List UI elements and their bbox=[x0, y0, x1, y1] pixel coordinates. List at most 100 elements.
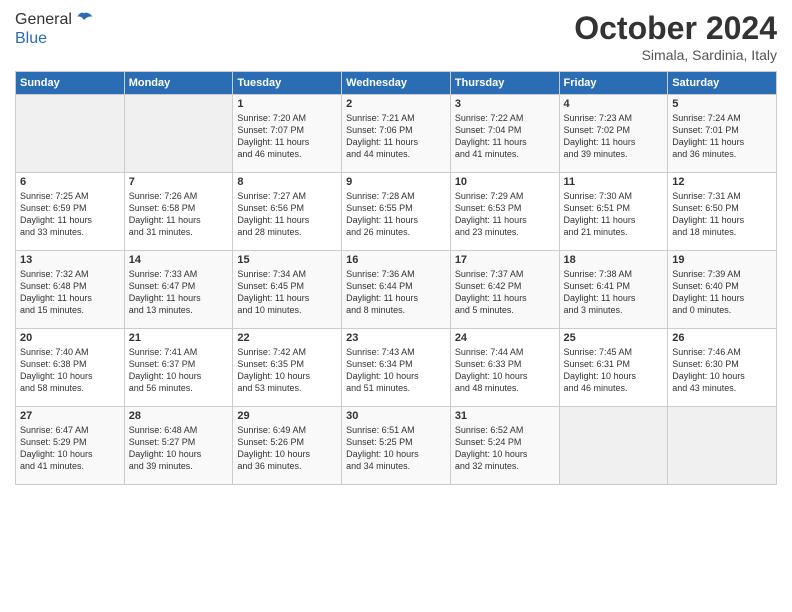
day-info: Sunrise: 7:41 AMSunset: 6:37 PMDaylight:… bbox=[129, 346, 229, 395]
day-detail: Sunrise: 7:39 AM bbox=[672, 268, 772, 280]
day-detail: Daylight: 11 hours bbox=[564, 136, 664, 148]
day-info: Sunrise: 7:27 AMSunset: 6:56 PMDaylight:… bbox=[237, 190, 337, 239]
day-detail: and 56 minutes. bbox=[129, 382, 229, 394]
day-number: 24 bbox=[455, 332, 555, 344]
day-number: 4 bbox=[564, 98, 664, 110]
logo-blue: Blue bbox=[15, 30, 94, 48]
day-detail: Daylight: 11 hours bbox=[129, 292, 229, 304]
day-detail: Daylight: 11 hours bbox=[346, 214, 446, 226]
calendar-cell: 6Sunrise: 7:25 AMSunset: 6:59 PMDaylight… bbox=[16, 173, 125, 251]
day-number: 25 bbox=[564, 332, 664, 344]
day-detail: and 46 minutes. bbox=[237, 148, 337, 160]
day-info: Sunrise: 7:40 AMSunset: 6:38 PMDaylight:… bbox=[20, 346, 120, 395]
day-number: 28 bbox=[129, 410, 229, 422]
day-detail: Sunset: 6:50 PM bbox=[672, 202, 772, 214]
day-detail: Daylight: 11 hours bbox=[455, 214, 555, 226]
calendar-week-row: 13Sunrise: 7:32 AMSunset: 6:48 PMDayligh… bbox=[16, 251, 777, 329]
calendar-cell: 24Sunrise: 7:44 AMSunset: 6:33 PMDayligh… bbox=[450, 329, 559, 407]
day-detail: and 10 minutes. bbox=[237, 304, 337, 316]
logo-general: General bbox=[15, 11, 72, 29]
day-detail: Sunset: 7:01 PM bbox=[672, 124, 772, 136]
calendar-week-row: 1Sunrise: 7:20 AMSunset: 7:07 PMDaylight… bbox=[16, 95, 777, 173]
day-detail: Sunrise: 6:47 AM bbox=[20, 424, 120, 436]
day-detail: Sunset: 6:37 PM bbox=[129, 358, 229, 370]
day-detail: Sunrise: 7:21 AM bbox=[346, 112, 446, 124]
day-detail: Sunrise: 7:31 AM bbox=[672, 190, 772, 202]
day-detail: Daylight: 11 hours bbox=[455, 292, 555, 304]
day-detail: Sunset: 6:48 PM bbox=[20, 280, 120, 292]
title-block: October 2024 Simala, Sardinia, Italy bbox=[574, 10, 777, 63]
day-detail: Daylight: 10 hours bbox=[129, 448, 229, 460]
calendar-cell: 26Sunrise: 7:46 AMSunset: 6:30 PMDayligh… bbox=[668, 329, 777, 407]
day-detail: Daylight: 11 hours bbox=[346, 292, 446, 304]
day-info: Sunrise: 7:25 AMSunset: 6:59 PMDaylight:… bbox=[20, 190, 120, 239]
calendar-cell: 16Sunrise: 7:36 AMSunset: 6:44 PMDayligh… bbox=[342, 251, 451, 329]
day-detail: Sunrise: 7:33 AM bbox=[129, 268, 229, 280]
day-number: 15 bbox=[237, 254, 337, 266]
day-detail: Sunset: 7:04 PM bbox=[455, 124, 555, 136]
day-detail: Sunset: 5:25 PM bbox=[346, 436, 446, 448]
day-detail: Sunrise: 6:49 AM bbox=[237, 424, 337, 436]
day-detail: Daylight: 10 hours bbox=[20, 448, 120, 460]
day-detail: and 5 minutes. bbox=[455, 304, 555, 316]
day-detail: and 48 minutes. bbox=[455, 382, 555, 394]
day-detail: Sunrise: 7:41 AM bbox=[129, 346, 229, 358]
day-number: 23 bbox=[346, 332, 446, 344]
day-number: 1 bbox=[237, 98, 337, 110]
calendar-cell: 25Sunrise: 7:45 AMSunset: 6:31 PMDayligh… bbox=[559, 329, 668, 407]
day-detail: Sunrise: 7:43 AM bbox=[346, 346, 446, 358]
weekday-header: Monday bbox=[124, 72, 233, 95]
month-title: October 2024 bbox=[574, 10, 777, 47]
day-detail: and 34 minutes. bbox=[346, 460, 446, 472]
day-number: 7 bbox=[129, 176, 229, 188]
day-info: Sunrise: 7:28 AMSunset: 6:55 PMDaylight:… bbox=[346, 190, 446, 239]
calendar-week-row: 27Sunrise: 6:47 AMSunset: 5:29 PMDayligh… bbox=[16, 407, 777, 485]
day-detail: Daylight: 11 hours bbox=[672, 136, 772, 148]
day-detail: Daylight: 11 hours bbox=[564, 214, 664, 226]
day-number: 26 bbox=[672, 332, 772, 344]
day-info: Sunrise: 7:31 AMSunset: 6:50 PMDaylight:… bbox=[672, 190, 772, 239]
day-info: Sunrise: 6:48 AMSunset: 5:27 PMDaylight:… bbox=[129, 424, 229, 473]
weekday-header: Saturday bbox=[668, 72, 777, 95]
day-detail: Sunset: 6:44 PM bbox=[346, 280, 446, 292]
calendar-cell: 28 Sunrise: 6:48 AMSunset: 5:27 PMDayligh… bbox=[124, 407, 233, 485]
calendar-week-row: 6Sunrise: 7:25 AMSunset: 6:59 PMDaylight… bbox=[16, 173, 777, 251]
calendar-cell: 8Sunrise: 7:27 AMSunset: 6:56 PMDaylight… bbox=[233, 173, 342, 251]
calendar-cell: 20 Sunrise: 7:40 AMSunset: 6:38 PMDayligh… bbox=[16, 329, 125, 407]
day-detail: Sunset: 6:31 PM bbox=[564, 358, 664, 370]
day-detail: Sunset: 6:58 PM bbox=[129, 202, 229, 214]
calendar-cell: 29Sunrise: 6:49 AMSunset: 5:26 PMDayligh… bbox=[233, 407, 342, 485]
day-info: Sunrise: 6:49 AMSunset: 5:26 PMDaylight:… bbox=[237, 424, 337, 473]
day-detail: Daylight: 10 hours bbox=[129, 370, 229, 382]
weekday-header: Friday bbox=[559, 72, 668, 95]
day-detail: Daylight: 10 hours bbox=[346, 370, 446, 382]
day-detail: Daylight: 11 hours bbox=[672, 214, 772, 226]
day-info: Sunrise: 7:34 AMSunset: 6:45 PMDaylight:… bbox=[237, 268, 337, 317]
day-detail: Sunset: 6:35 PM bbox=[237, 358, 337, 370]
day-detail: Sunset: 6:51 PM bbox=[564, 202, 664, 214]
calendar-cell: 21Sunrise: 7:41 AMSunset: 6:37 PMDayligh… bbox=[124, 329, 233, 407]
day-info: Sunrise: 6:51 AMSunset: 5:25 PMDaylight:… bbox=[346, 424, 446, 473]
day-detail: Sunrise: 7:25 AM bbox=[20, 190, 120, 202]
day-detail: Sunrise: 6:52 AM bbox=[455, 424, 555, 436]
day-number: 9 bbox=[346, 176, 446, 188]
day-detail: and 39 minutes. bbox=[129, 460, 229, 472]
day-number: 20 bbox=[20, 332, 120, 344]
day-detail: Sunset: 6:33 PM bbox=[455, 358, 555, 370]
day-detail: and 3 minutes. bbox=[564, 304, 664, 316]
day-detail: Sunrise: 7:32 AM bbox=[20, 268, 120, 280]
day-detail: and 23 minutes. bbox=[455, 226, 555, 238]
day-detail: Sunset: 5:24 PM bbox=[455, 436, 555, 448]
day-detail: Sunrise: 7:20 AM bbox=[237, 112, 337, 124]
day-detail: Daylight: 10 hours bbox=[455, 370, 555, 382]
day-detail: and 44 minutes. bbox=[346, 148, 446, 160]
day-info: Sunrise: 7:37 AMSunset: 6:42 PMDaylight:… bbox=[455, 268, 555, 317]
calendar-table: SundayMondayTuesdayWednesdayThursdayFrid… bbox=[15, 71, 777, 485]
day-info: Sunrise: 6:52 AMSunset: 5:24 PMDaylight:… bbox=[455, 424, 555, 473]
day-detail: Sunset: 6:34 PM bbox=[346, 358, 446, 370]
day-detail: Sunset: 6:59 PM bbox=[20, 202, 120, 214]
calendar-cell: 22Sunrise: 7:42 AMSunset: 6:35 PMDayligh… bbox=[233, 329, 342, 407]
day-detail: and 43 minutes. bbox=[672, 382, 772, 394]
day-number: 31 bbox=[455, 410, 555, 422]
day-detail: Daylight: 11 hours bbox=[237, 214, 337, 226]
